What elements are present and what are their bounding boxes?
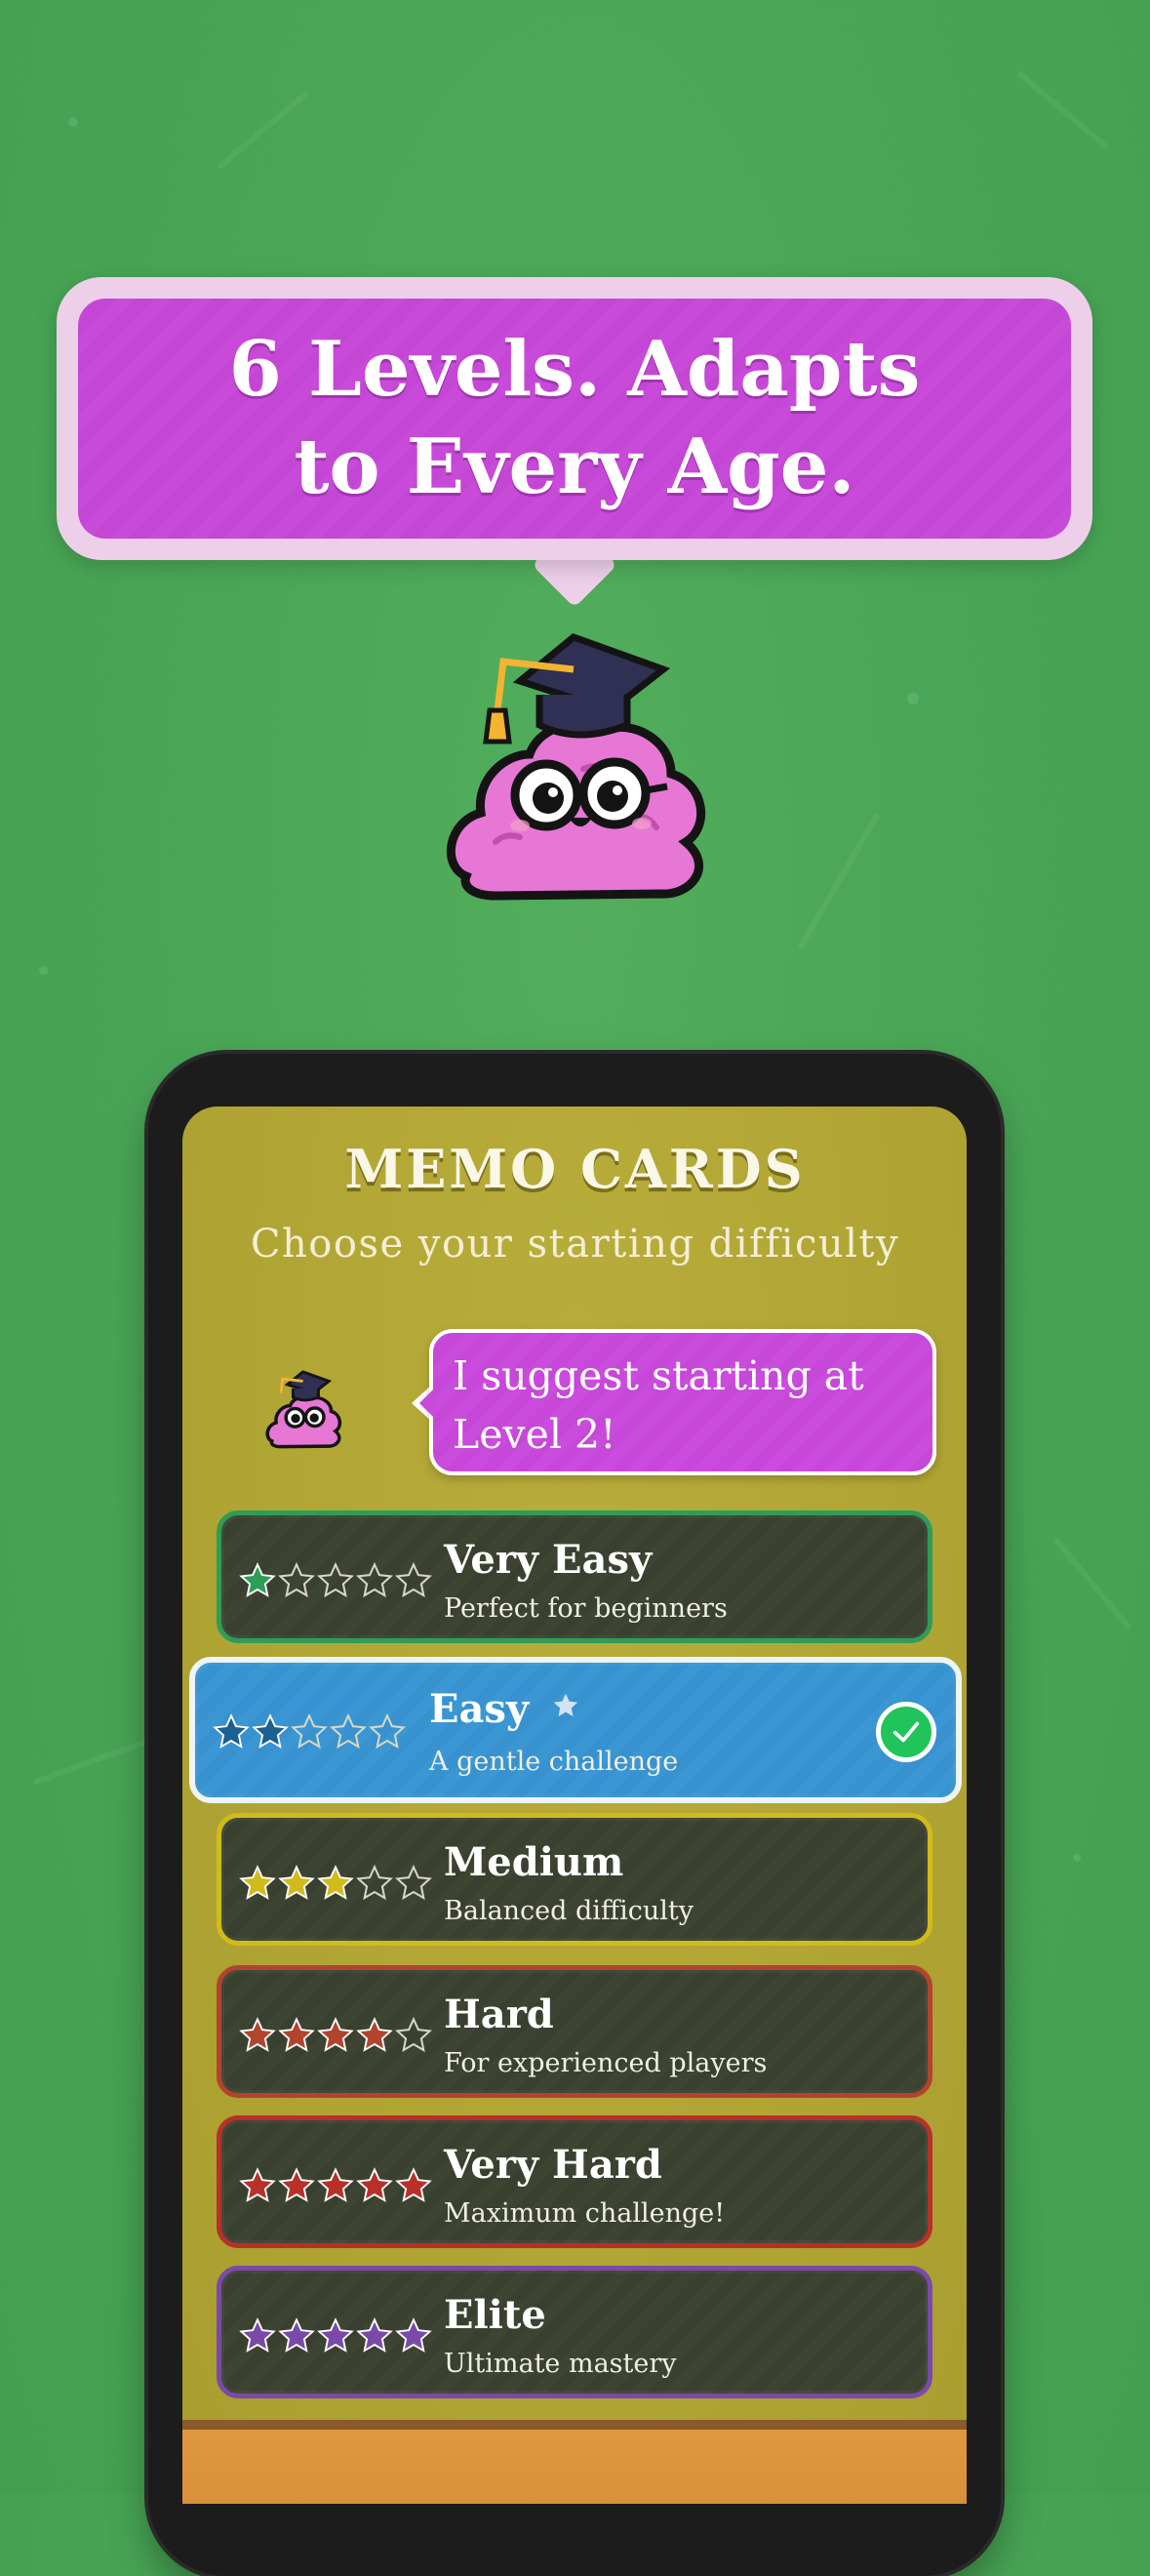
promo-bubble-inner: 6 Levels. Adapts to Every Age. (78, 299, 1071, 539)
star-icon (356, 2167, 393, 2202)
star-icon (278, 2017, 315, 2052)
level-name: Medium (444, 1839, 624, 1885)
tip-bubble: I suggest starting at Level 2! (429, 1329, 936, 1475)
app-title: MEMO CARDS (344, 1138, 806, 1200)
recommended-star-icon (553, 1693, 578, 1717)
level-option-4[interactable]: Hard For experienced players (217, 1965, 932, 2098)
background-streak (1052, 1537, 1132, 1630)
app-subtitle: Choose your starting difficulty (250, 1222, 900, 1267)
star-icon (278, 2317, 315, 2353)
star-icon (356, 2317, 393, 2353)
level-description: Ultimate mastery (444, 2349, 677, 2379)
level-name: Very Hard (444, 2142, 662, 2188)
star-icon (395, 1562, 432, 1598)
difficulty-stars (239, 2017, 432, 2054)
star-icon (317, 1562, 354, 1598)
star-icon (317, 2317, 354, 2353)
star-icon (239, 1865, 276, 1900)
difficulty-stars (213, 1713, 406, 1751)
star-icon (239, 2317, 276, 2353)
star-icon (213, 1713, 250, 1749)
level-description: Perfect for beginners (444, 1593, 728, 1624)
difficulty-stars (239, 1865, 432, 1902)
star-icon (252, 1713, 289, 1749)
level-option-2[interactable]: Easy A gentle challenge (189, 1657, 962, 1803)
star-icon (317, 2017, 354, 2052)
level-description: A gentle challenge (429, 1747, 679, 1777)
star-icon (330, 1713, 367, 1750)
star-icon (369, 1713, 406, 1750)
level-name: Very Easy (444, 1537, 653, 1583)
level-description: For experienced players (444, 2048, 768, 2078)
promo-bubble: 6 Levels. Adapts to Every Age. (57, 277, 1092, 560)
background-dot (68, 117, 78, 127)
star-icon (278, 1562, 315, 1598)
background-streak (32, 1733, 163, 1786)
star-icon (239, 2167, 276, 2202)
difficulty-stars (239, 2167, 432, 2204)
level-option-5[interactable]: Very Hard Maximum challenge! (217, 2115, 932, 2248)
level-description: Balanced difficulty (444, 1896, 694, 1926)
background-streak (217, 90, 310, 170)
difficulty-stars (239, 1562, 432, 1599)
background-dot (907, 693, 919, 704)
star-icon (239, 2017, 276, 2052)
star-icon (291, 1713, 328, 1750)
star-icon (239, 1562, 276, 1597)
background-dot (1073, 1854, 1081, 1862)
level-name: Hard (444, 1992, 554, 2037)
star-icon (356, 1562, 393, 1598)
brain-mascot-icon (447, 633, 705, 901)
promo-headline: 6 Levels. Adapts to Every Age. (228, 325, 921, 511)
background-dot (39, 966, 48, 975)
star-icon (278, 2167, 315, 2202)
star-icon (356, 2017, 393, 2052)
level-name: Elite (444, 2292, 546, 2338)
star-icon (395, 2167, 432, 2202)
tip-bubble-tail-inner (419, 1388, 435, 1419)
brain-mascot-small-icon (265, 1370, 342, 1449)
background-streak (797, 812, 881, 950)
level-option-6[interactable]: Elite Ultimate mastery (217, 2266, 932, 2398)
star-icon (278, 1865, 315, 1900)
level-option-1[interactable]: Very Easy Perfect for beginners (217, 1510, 932, 1643)
star-icon (395, 1865, 432, 1901)
difficulty-stars (239, 2317, 432, 2355)
star-icon (317, 2167, 354, 2202)
star-icon (395, 2317, 432, 2353)
background-streak (1016, 70, 1110, 150)
level-name: Easy (429, 1686, 530, 1732)
bottom-bar (182, 2420, 967, 2504)
level-description: Maximum challenge! (444, 2198, 726, 2229)
level-option-3[interactable]: Medium Balanced difficulty (217, 1813, 932, 1946)
star-icon (395, 2017, 432, 2053)
selected-check-icon (876, 1702, 936, 1762)
star-icon (317, 1865, 354, 1900)
star-icon (356, 1865, 393, 1901)
